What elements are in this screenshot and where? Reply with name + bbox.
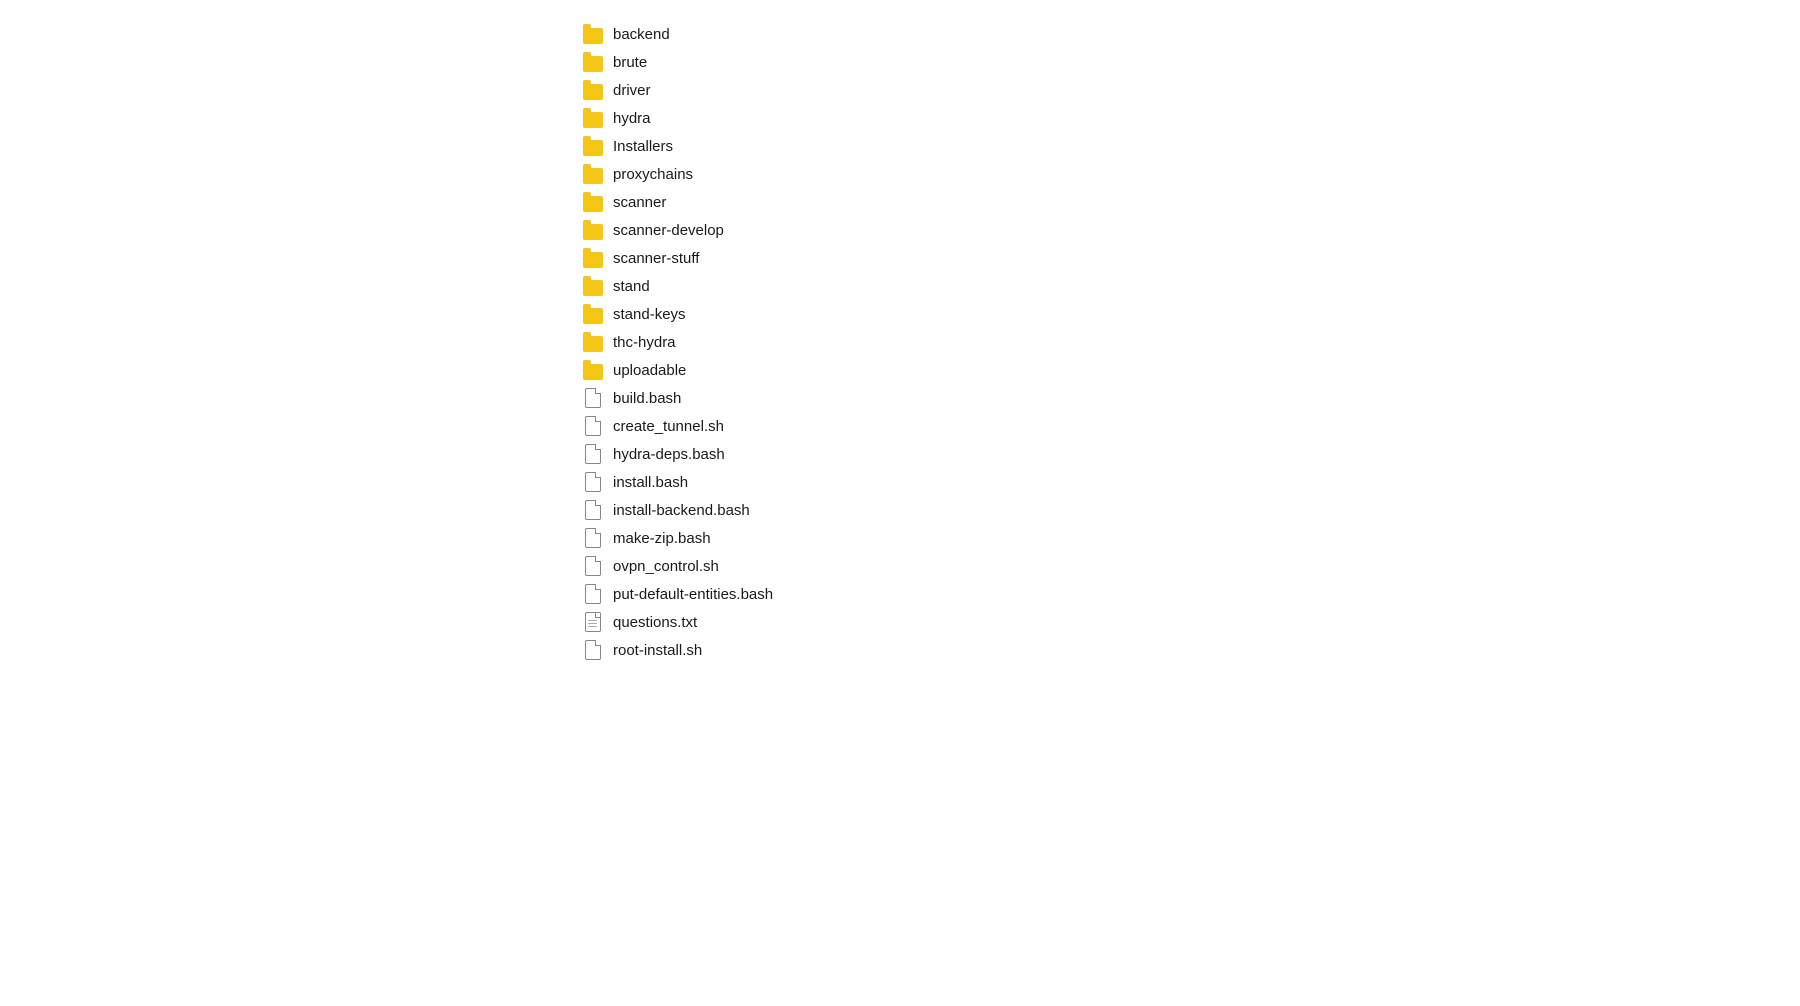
item-name: root-install.sh: [613, 642, 702, 659]
list-item[interactable]: hydra: [575, 104, 825, 132]
item-name: put-default-entities.bash: [613, 586, 773, 603]
file-icon: [583, 388, 603, 408]
list-item[interactable]: put-default-entities.bash: [575, 580, 825, 608]
file-icon: [583, 556, 603, 576]
list-item[interactable]: backend: [575, 20, 825, 48]
file-icon: [583, 472, 603, 492]
folder-icon: [583, 164, 603, 184]
file-icon: [583, 528, 603, 548]
list-item[interactable]: Installers: [575, 132, 825, 160]
list-item[interactable]: build.bash: [575, 384, 825, 412]
list-item[interactable]: driver: [575, 76, 825, 104]
item-name: driver: [613, 82, 651, 99]
item-name: hydra: [613, 110, 651, 127]
file-icon: [583, 612, 603, 632]
folder-icon: [583, 276, 603, 296]
item-name: create_tunnel.sh: [613, 418, 724, 435]
file-icon: [583, 584, 603, 604]
list-item[interactable]: install.bash: [575, 468, 825, 496]
folder-icon: [583, 360, 603, 380]
item-name: thc-hydra: [613, 334, 676, 351]
item-name: hydra-deps.bash: [613, 446, 725, 463]
list-item[interactable]: brute: [575, 48, 825, 76]
list-item[interactable]: questions.txt: [575, 608, 825, 636]
item-name: brute: [613, 54, 647, 71]
list-item[interactable]: root-install.sh: [575, 636, 825, 664]
file-icon: [583, 500, 603, 520]
item-name: questions.txt: [613, 614, 697, 631]
folder-icon: [583, 108, 603, 128]
item-name: backend: [613, 26, 670, 43]
list-item[interactable]: stand-keys: [575, 300, 825, 328]
folder-icon: [583, 136, 603, 156]
list-item[interactable]: install-backend.bash: [575, 496, 825, 524]
list-item[interactable]: scanner: [575, 188, 825, 216]
list-item[interactable]: uploadable: [575, 356, 825, 384]
list-item[interactable]: scanner-develop: [575, 216, 825, 244]
list-item[interactable]: hydra-deps.bash: [575, 440, 825, 468]
list-item[interactable]: scanner-stuff: [575, 244, 825, 272]
list-item[interactable]: stand: [575, 272, 825, 300]
folder-icon: [583, 332, 603, 352]
folder-icon: [583, 52, 603, 72]
file-list: backend brute driver hydra Installers pr…: [0, 0, 1800, 684]
item-name: make-zip.bash: [613, 530, 711, 547]
list-item[interactable]: proxychains: [575, 160, 825, 188]
folder-icon: [583, 304, 603, 324]
file-icon: [583, 416, 603, 436]
list-item[interactable]: make-zip.bash: [575, 524, 825, 552]
item-name: build.bash: [613, 390, 681, 407]
item-name: scanner-develop: [613, 222, 724, 239]
list-item[interactable]: ovpn_control.sh: [575, 552, 825, 580]
folder-icon: [583, 220, 603, 240]
item-name: scanner: [613, 194, 666, 211]
list-item[interactable]: thc-hydra: [575, 328, 825, 356]
list-item[interactable]: create_tunnel.sh: [575, 412, 825, 440]
folder-icon: [583, 248, 603, 268]
item-name: stand-keys: [613, 306, 686, 323]
folder-icon: [583, 192, 603, 212]
folder-icon: [583, 80, 603, 100]
item-name: stand: [613, 278, 650, 295]
item-name: proxychains: [613, 166, 693, 183]
item-name: Installers: [613, 138, 673, 155]
item-name: install-backend.bash: [613, 502, 750, 519]
item-name: uploadable: [613, 362, 686, 379]
folder-icon: [583, 24, 603, 44]
item-name: scanner-stuff: [613, 250, 699, 267]
file-icon: [583, 444, 603, 464]
item-name: ovpn_control.sh: [613, 558, 719, 575]
file-icon: [583, 640, 603, 660]
item-name: install.bash: [613, 474, 688, 491]
